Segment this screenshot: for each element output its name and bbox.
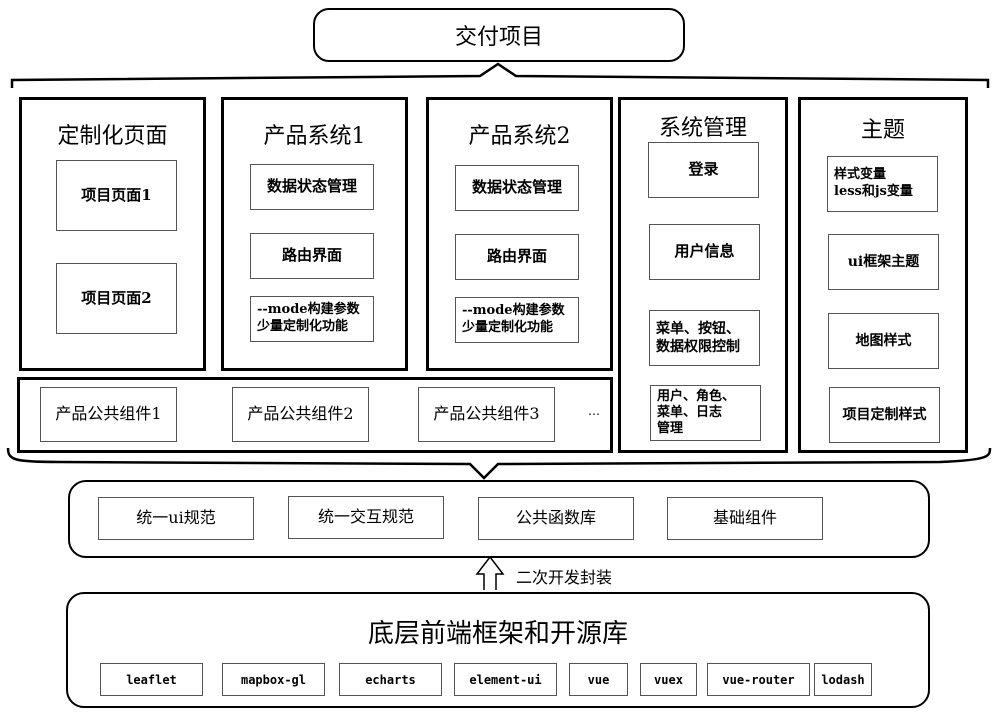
lib-vue-router: vue-router — [707, 663, 810, 696]
lib-vue: vue — [569, 663, 628, 696]
panel-title: 主题 — [860, 118, 905, 143]
item-router: 路由界面 — [250, 233, 374, 279]
common-component-2: 产品公共组件2 — [232, 387, 369, 442]
panel-title: 产品系统2 — [468, 124, 571, 149]
item-project-page-2: 项目页面2 — [56, 263, 177, 334]
lib-echarts: echarts — [339, 663, 442, 696]
up-arrow-icon — [475, 555, 505, 590]
item-ui-framework-theme: ui框架主题 — [828, 234, 939, 290]
lib-mapbox-gl: mapbox-gl — [222, 663, 325, 696]
top-bracket — [10, 62, 990, 88]
item-user-role-menu-log: 用户、角色、 菜单、日志 管理 — [650, 385, 761, 441]
common-component-1: 产品公共组件1 — [40, 387, 177, 442]
lib-leaflet: leaflet — [100, 663, 203, 696]
item-user-info: 用户信息 — [649, 224, 760, 280]
item-data-state: 数据状态管理 — [250, 164, 374, 210]
item-router: 路由界面 — [455, 234, 579, 280]
delivery-project-title: 交付项目 — [454, 25, 543, 50]
common-component-3: 产品公共组件3 — [418, 387, 555, 442]
middle-item-function-lib: 公共函数库 — [478, 497, 634, 540]
panel-title: 系统管理 — [658, 116, 747, 141]
lib-element-ui: element-ui — [454, 663, 557, 696]
item-permission-control: 菜单、按钮、 数据权限控制 — [649, 310, 760, 366]
lib-vuex: vuex — [640, 663, 697, 696]
lib-lodash: lodash — [814, 663, 872, 696]
item-data-state: 数据状态管理 — [455, 165, 579, 211]
panel-title: 定制化页面 — [57, 124, 168, 149]
item-mode-params: --mode构建参数 少量定制化功能 — [455, 297, 579, 343]
middle-item-base-components: 基础组件 — [667, 497, 823, 540]
ellipsis: … — [588, 404, 600, 418]
item-login: 登录 — [648, 142, 759, 198]
item-project-page-1: 项目页面1 — [56, 160, 177, 231]
middle-item-interaction-spec: 统一交互规范 — [288, 496, 444, 539]
panel-title: 产品系统1 — [263, 124, 366, 149]
item-project-custom-style: 项目定制样式 — [829, 387, 940, 443]
item-map-style: 地图样式 — [828, 313, 939, 369]
delivery-project-box: 交付项目 — [313, 8, 685, 62]
arrow-label: 二次开发封装 — [516, 568, 613, 587]
bottom-layer-title: 底层前端框架和开源库 — [367, 619, 628, 649]
middle-item-ui-spec: 统一ui规范 — [98, 497, 254, 540]
item-mode-params: --mode构建参数 少量定制化功能 — [250, 296, 374, 342]
item-style-variables: 样式变量 less和js变量 — [827, 156, 938, 212]
